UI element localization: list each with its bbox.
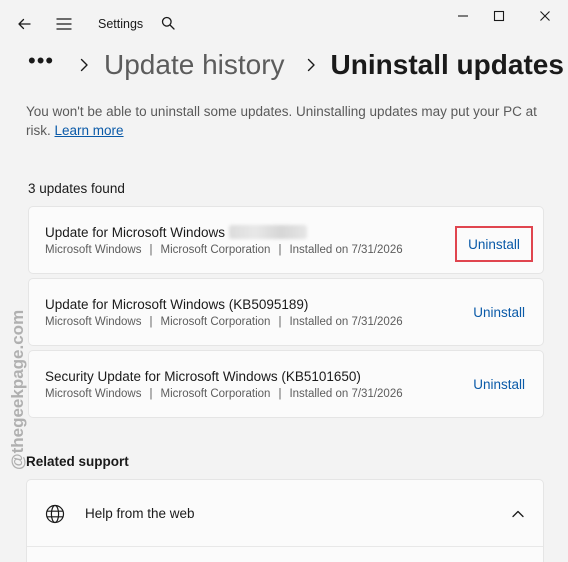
back-arrow-icon[interactable] [10, 10, 38, 38]
update-category: Microsoft Windows [45, 244, 142, 256]
hamburger-menu-icon[interactable] [50, 10, 78, 38]
help-from-web-expander[interactable]: Help from the web [27, 480, 543, 546]
update-installed-date: Installed on 7/31/2026 [289, 388, 403, 400]
maximize-icon[interactable] [476, 2, 522, 30]
chevron-right-icon [299, 58, 323, 72]
help-from-web-label: Help from the web [85, 506, 195, 521]
uninstall-button[interactable]: Uninstall [455, 226, 533, 262]
update-title: Update for Microsoft Windows [45, 225, 308, 240]
warning-text: You won't be able to uninstall some upda… [26, 102, 546, 140]
update-meta: Microsoft Windows | Microsoft Corporation |… [45, 244, 403, 256]
update-item: Update for Microsoft Windows (KB5095189)… [28, 278, 544, 346]
learn-more-link[interactable]: Learn more [55, 123, 124, 138]
app-title: Settings [98, 17, 144, 31]
update-meta: Microsoft Windows | Microsoft Corporation |… [45, 316, 403, 328]
watermark: @thegeekpage.com [8, 309, 27, 470]
update-title: Update for Microsoft Windows (KB5095189) [45, 297, 309, 312]
update-item: Security Update for Microsoft Windows (K… [28, 350, 544, 418]
update-meta: Microsoft Windows | Microsoft Corporation |… [45, 388, 403, 400]
chevron-up-icon[interactable] [511, 507, 525, 521]
update-publisher: Microsoft Corporation [160, 388, 271, 400]
page-title: Uninstall updates [330, 49, 564, 80]
breadcrumb-overflow-button[interactable]: ••• [28, 48, 58, 74]
title-bar: Settings [0, 0, 568, 48]
update-category: Microsoft Windows [45, 388, 142, 400]
uninstall-button[interactable]: Uninstall [473, 377, 525, 392]
globe-icon [44, 503, 66, 525]
update-category: Microsoft Windows [45, 316, 142, 328]
breadcrumb: ••• Update history Uninstall updates [28, 44, 564, 86]
update-publisher: Microsoft Corporation [160, 244, 271, 256]
redacted-kb-number [229, 225, 308, 239]
update-publisher: Microsoft Corporation [160, 316, 271, 328]
update-title: Security Update for Microsoft Windows (K… [45, 369, 361, 384]
related-support-card: Help from the web [26, 479, 544, 562]
update-installed-date: Installed on 7/31/2026 [289, 316, 403, 328]
close-icon[interactable] [522, 2, 568, 30]
chevron-right-icon [72, 58, 96, 72]
related-support-heading: Related support [26, 454, 129, 469]
search-icon[interactable] [156, 11, 180, 35]
uninstall-button[interactable]: Uninstall [473, 305, 525, 320]
update-item: Update for Microsoft Windows Microsoft W… [28, 206, 544, 274]
divider [27, 546, 543, 547]
updates-count: 3 updates found [28, 181, 125, 196]
update-installed-date: Installed on 7/31/2026 [289, 244, 403, 256]
breadcrumb-update-history[interactable]: Update history [104, 49, 285, 81]
